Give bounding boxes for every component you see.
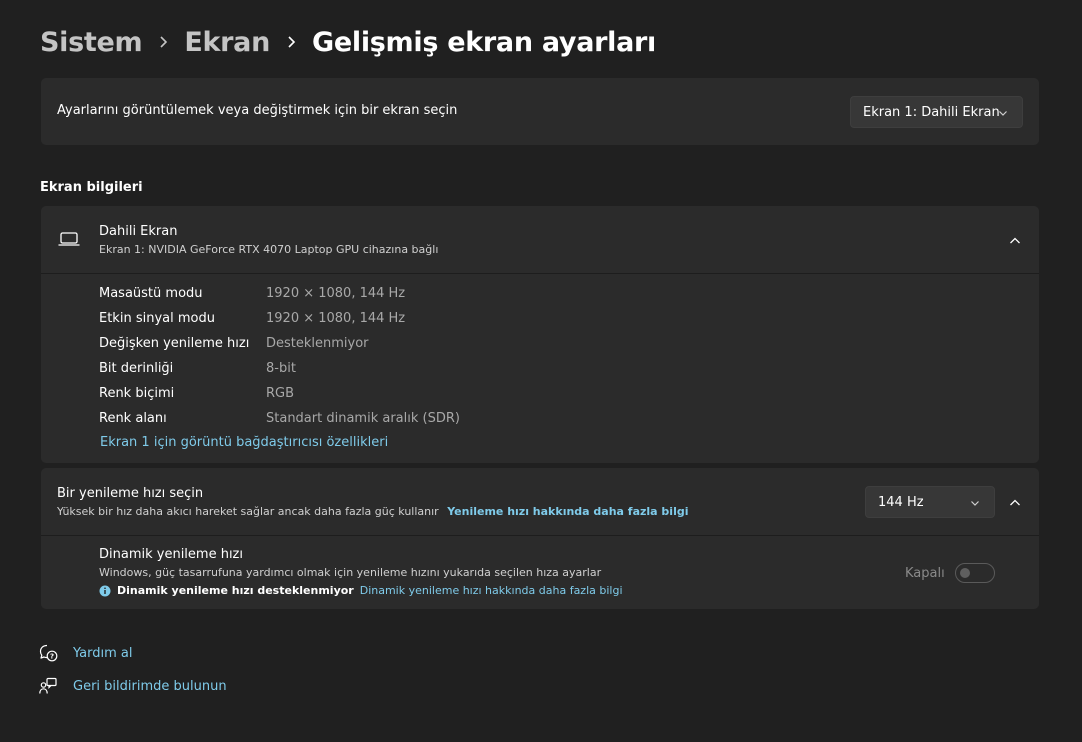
divider: [41, 535, 1039, 536]
property-label: Renk biçimi: [99, 385, 175, 401]
display-select-dropdown[interactable]: Ekran 1: Dahili Ekran: [850, 96, 1023, 128]
feedback-link[interactable]: Geri bildirimde bulunun: [73, 679, 227, 694]
refresh-rate-learn-more-link[interactable]: Yenileme hızı hakkında daha fazla bilgi: [447, 505, 688, 518]
property-label: Renk alanı: [99, 410, 167, 426]
page-title: Gelişmiş ekran ayarları: [312, 26, 657, 58]
property-label: Bit derinliği: [99, 360, 174, 376]
property-label: Etkin sinyal modu: [99, 310, 215, 326]
display-select-card: Ayarlarını görüntülemek veya değiştirmek…: [41, 78, 1039, 145]
property-row: Renk alanı Standart dinamik aralık (SDR): [99, 408, 460, 428]
property-row: Etkin sinyal modu 1920 × 1080, 144 Hz: [99, 308, 405, 328]
property-label: Masaüstü modu: [99, 285, 203, 301]
svg-text:?: ?: [50, 653, 54, 661]
property-value: RGB: [266, 385, 295, 401]
divider: [41, 273, 1039, 274]
property-value: 1920 × 1080, 144 Hz: [266, 285, 406, 301]
property-value: 8-bit: [266, 360, 296, 376]
property-value: Standart dinamik aralık (SDR): [266, 410, 460, 426]
property-value: Desteklenmiyor: [266, 335, 369, 351]
display-select-value: Ekran 1: Dahili Ekran: [863, 104, 1000, 120]
refresh-rate-dropdown[interactable]: 144 Hz: [865, 486, 995, 518]
display-name: Dahili Ekran: [99, 224, 178, 239]
display-info-header[interactable]: Dahili Ekran Ekran 1: NVIDIA GeForce RTX…: [41, 206, 1039, 273]
dynamic-refresh-toggle[interactable]: [955, 563, 995, 583]
chevron-up-icon: [1009, 493, 1021, 512]
breadcrumb-item-sistem[interactable]: Sistem: [40, 27, 143, 58]
property-row: Değişken yenileme hızı Desteklenmiyor: [99, 333, 369, 353]
chevron-down-icon: [998, 107, 1008, 117]
chevron-up-icon: [1009, 231, 1021, 250]
help-chat-icon: ?: [38, 643, 58, 663]
display-subtitle: Ekran 1: NVIDIA GeForce RTX 4070 Laptop …: [99, 243, 439, 256]
refresh-rate-value: 144 Hz: [878, 494, 924, 510]
collapse-display-info-button[interactable]: [1000, 225, 1030, 255]
laptop-icon: [58, 231, 80, 247]
dynamic-refresh-toggle-state: Kapalı: [905, 566, 945, 581]
breadcrumb-item-ekran[interactable]: Ekran: [184, 27, 270, 58]
breadcrumb: Sistem Ekran Gelişmiş ekran ayarları: [40, 22, 656, 62]
collapse-refresh-rate-button[interactable]: [1000, 487, 1030, 517]
toggle-knob: [960, 568, 970, 578]
property-label: Değişken yenileme hızı: [99, 335, 250, 351]
feedback-link-row[interactable]: Geri bildirimde bulunun: [38, 674, 227, 698]
refresh-rate-title: Bir yenileme hızı seçin: [57, 486, 204, 501]
property-row: Renk biçimi RGB: [99, 383, 294, 403]
chevron-right-icon: [142, 22, 184, 62]
refresh-rate-description-line: Yüksek bir hız daha akıcı hareket sağlar…: [57, 505, 689, 518]
dynamic-refresh-learn-more-link[interactable]: Dinamik yenileme hızı hakkında daha fazl…: [360, 584, 623, 597]
dynamic-refresh-info-text: Dinamik yenileme hızı desteklenmiyor: [117, 584, 354, 597]
property-value: 1920 × 1080, 144 Hz: [266, 310, 406, 326]
dynamic-refresh-description: Windows, güç tasarrufuna yardımcı olmak …: [99, 566, 602, 579]
refresh-rate-header[interactable]: Bir yenileme hızı seçin Yüksek bir hız d…: [41, 468, 1039, 535]
chevron-down-icon: [970, 497, 980, 507]
property-row: Masaüstü modu 1920 × 1080, 144 Hz: [99, 283, 405, 303]
help-link[interactable]: Yardım al: [73, 646, 132, 661]
display-select-label: Ayarlarını görüntülemek veya değiştirmek…: [57, 103, 458, 118]
section-title-display-info: Ekran bilgileri: [40, 180, 143, 195]
refresh-rate-description: Yüksek bir hız daha akıcı hareket sağlar…: [57, 505, 439, 518]
adapter-properties-link[interactable]: Ekran 1 için görüntü bağdaştırıcısı özel…: [100, 435, 388, 450]
display-info-card: Dahili Ekran Ekran 1: NVIDIA GeForce RTX…: [41, 206, 1039, 463]
feedback-icon: [38, 676, 58, 696]
dynamic-refresh-title: Dinamik yenileme hızı: [99, 547, 243, 562]
help-link-row[interactable]: ? Yardım al: [38, 641, 132, 665]
property-row: Bit derinliği 8-bit: [99, 358, 296, 378]
chevron-right-icon: [270, 22, 312, 62]
info-icon: [99, 585, 111, 597]
refresh-rate-card: Bir yenileme hızı seçin Yüksek bir hız d…: [41, 468, 1039, 609]
dynamic-refresh-info-line: Dinamik yenileme hızı desteklenmiyor Din…: [99, 584, 623, 597]
